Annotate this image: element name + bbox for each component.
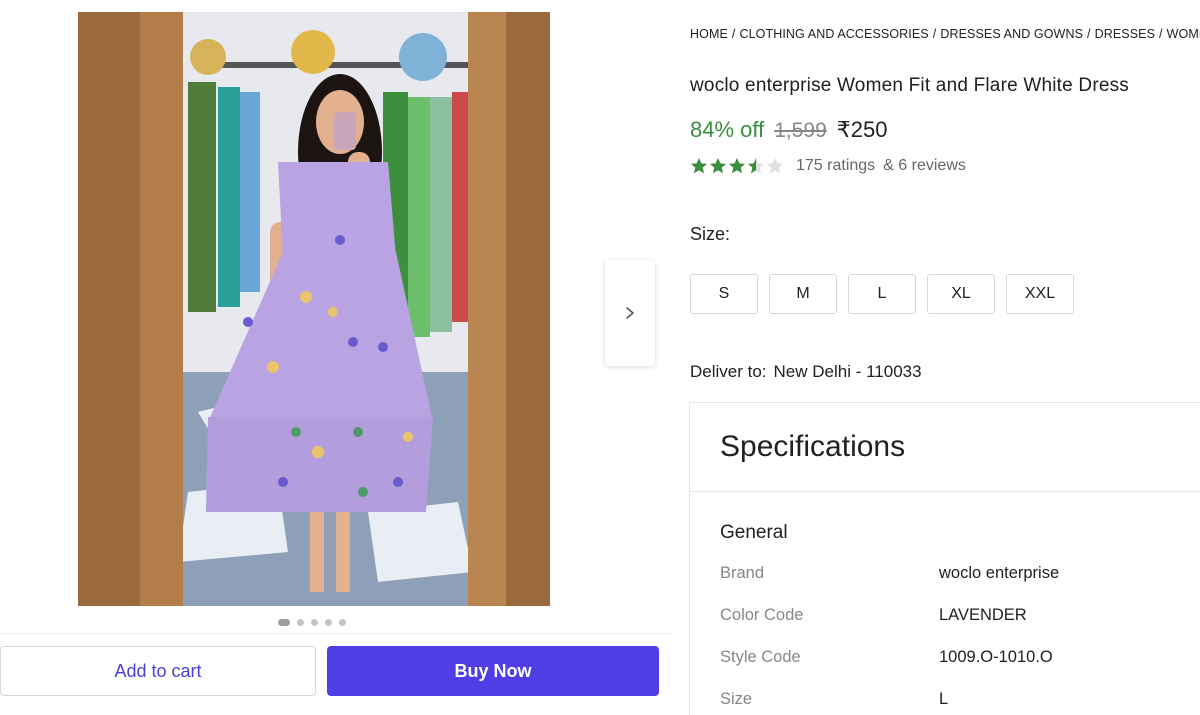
specifications-header[interactable]: Specifications — [690, 403, 1200, 492]
delivery-location[interactable]: Deliver to: New Delhi - 110033 — [690, 362, 922, 382]
size-option-m[interactable]: M — [769, 274, 837, 314]
spec-section-general: General — [720, 522, 788, 543]
breadcrumb-clothing[interactable]: CLOTHING AND ACCESSORIES — [739, 27, 928, 41]
product-image[interactable] — [78, 12, 550, 606]
price-row: 84% off 1,599 ₹250 — [690, 117, 887, 143]
star-rating — [690, 157, 784, 175]
size-label: Size: — [690, 224, 731, 244]
ratings-count: 175 ratings — [796, 157, 876, 174]
selling-price: ₹250 — [836, 117, 888, 142]
carousel-dot[interactable] — [311, 619, 318, 626]
reviews-count[interactable]: & 6 reviews — [883, 157, 966, 175]
carousel-dot[interactable] — [297, 619, 304, 626]
delivery-pincode: New Delhi - 110033 — [773, 362, 922, 381]
spec-row-style-code: Style Code 1009.O-1010.O — [720, 648, 1053, 667]
star-icon — [748, 158, 764, 174]
breadcrumb-dresses-gowns[interactable]: DRESSES AND GOWNS — [940, 27, 1083, 41]
carousel-next-button[interactable] — [605, 260, 655, 366]
spec-key: Style Code — [720, 648, 801, 666]
spec-key: Size — [720, 690, 753, 708]
specifications-card: Specifications General Brand woclo enter… — [689, 402, 1200, 715]
spec-value: woclo enterprise — [939, 564, 1060, 582]
star-icon — [729, 158, 745, 174]
buy-now-button[interactable]: Buy Now — [327, 646, 659, 696]
spec-key: Color Code — [720, 606, 804, 624]
breadcrumb-womens-dresses[interactable]: WOMEN'S DRESSES — [1167, 27, 1200, 41]
size-option-xl[interactable]: XL — [927, 274, 995, 314]
carousel-dot[interactable] — [325, 619, 332, 626]
breadcrumb-dresses[interactable]: DRESSES — [1095, 27, 1155, 41]
spec-value: LAVENDER — [939, 606, 1027, 624]
star-icon — [710, 158, 726, 174]
star-icon — [691, 158, 707, 174]
breadcrumb-home[interactable]: HOME — [690, 27, 728, 41]
deliver-to-label: Deliver to: — [690, 362, 767, 381]
spec-value: L — [939, 690, 949, 708]
spec-row-brand: Brand woclo enterprise — [720, 564, 1059, 583]
chevron-right-icon — [626, 307, 634, 319]
spec-row-size: Size L — [720, 690, 948, 709]
product-title: woclo enterprise Women Fit and Flare Whi… — [690, 75, 1130, 96]
carousel-dots — [278, 619, 346, 626]
discount-percent: 84% off — [690, 117, 765, 142]
rating-row[interactable]: 175 ratings & 6 reviews — [690, 157, 966, 175]
size-options: S M L XL XXL — [690, 274, 1074, 314]
breadcrumb: HOME / CLOTHING AND ACCESSORIES / DRESSES AN… — [690, 27, 1200, 41]
spec-row-color-code: Color Code LAVENDER — [720, 606, 1027, 625]
specifications-title: Specifications — [720, 430, 906, 463]
size-option-xxl[interactable]: XXL — [1006, 274, 1074, 314]
original-price: 1,599 — [774, 119, 827, 142]
star-icon — [767, 158, 783, 174]
size-option-l[interactable]: L — [848, 274, 916, 314]
carousel-dot[interactable] — [278, 619, 290, 626]
spec-value: 1009.O-1010.O — [939, 648, 1053, 666]
spec-key: Brand — [720, 564, 765, 582]
product-photo-illustration — [78, 12, 550, 606]
add-to-cart-button[interactable]: Add to cart — [0, 646, 316, 696]
action-bar: Add to cart Buy Now — [0, 633, 672, 715]
size-option-s[interactable]: S — [690, 274, 758, 314]
carousel-dot[interactable] — [339, 619, 346, 626]
